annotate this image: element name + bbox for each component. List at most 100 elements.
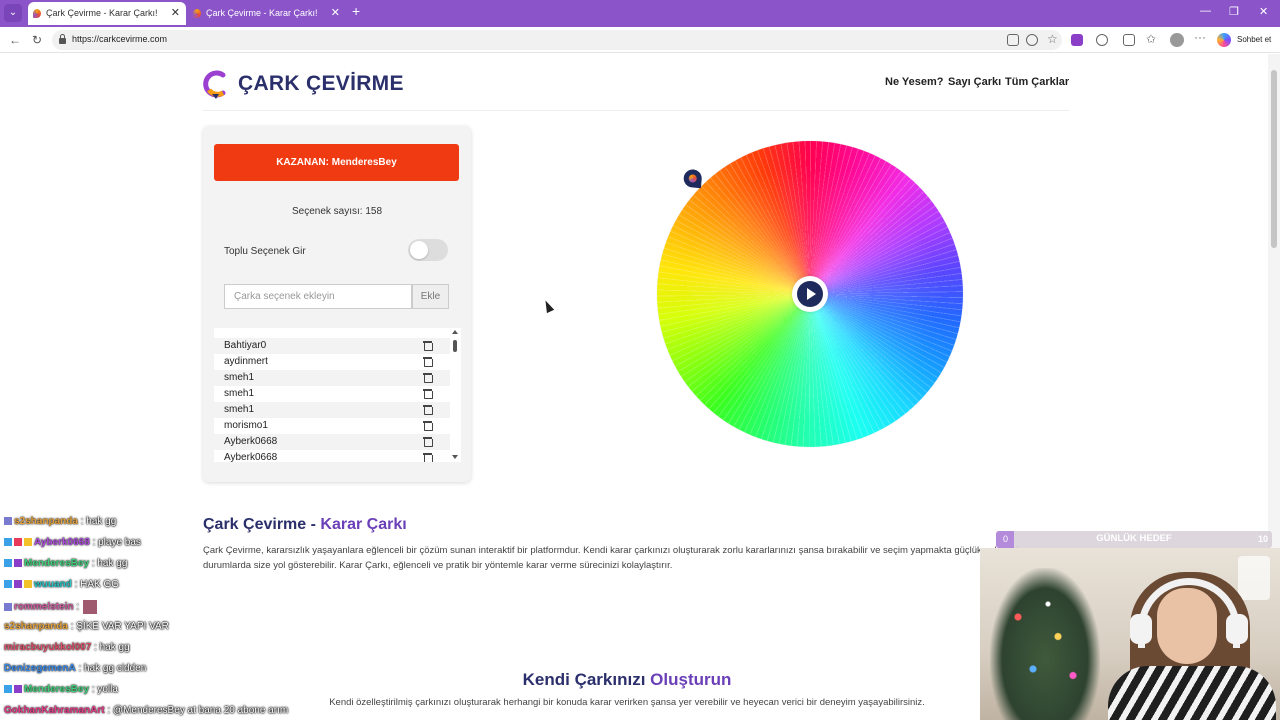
chat-message: MenderesBey : yolla: [4, 684, 118, 702]
list-item: Bahtiyar0: [214, 338, 450, 354]
site-favicon-icon: [193, 9, 201, 18]
badge-icon: [4, 538, 12, 547]
badge-icon: [24, 580, 32, 589]
options-list: Bahtiyar0 aydinmert smeh1 smeh1 smeh1 mo…: [214, 328, 461, 462]
tab-close-icon[interactable]: ✕: [171, 2, 180, 25]
chat-message: miracbuyukkol007 : hak gg: [4, 642, 130, 653]
badge-icon: [4, 603, 12, 611]
toggle-knob: [410, 241, 428, 259]
close-window-icon[interactable]: ✕: [1259, 5, 1268, 18]
copilot-button[interactable]: Sohbet et: [1214, 31, 1274, 49]
lock-icon: [58, 34, 67, 45]
list-item: Ayberk0668: [214, 434, 450, 450]
tab-inactive[interactable]: Çark Çevirme - Karar Çarkı! ✕: [188, 2, 346, 25]
trash-icon[interactable]: [423, 421, 433, 431]
badge-icon: [4, 580, 12, 589]
option-name: Bahtiyar0: [224, 340, 267, 351]
add-option-button[interactable]: Ekle: [412, 284, 449, 309]
nav-link-ne-yesem[interactable]: Ne Yesem?: [885, 76, 944, 88]
badge-icon: [24, 538, 32, 547]
badge-icon: [14, 685, 22, 694]
trash-icon[interactable]: [423, 389, 433, 399]
address-bar: ← ↻ https://carkcevirme.com ☆ ✩ ··· Sohb…: [0, 27, 1280, 53]
list-item: smeh1: [214, 370, 450, 386]
mouse-cursor-icon: [541, 298, 555, 314]
tracking-prevention-icon[interactable]: [1026, 34, 1038, 46]
new-tab-icon[interactable]: +: [352, 3, 360, 19]
url-field[interactable]: https://carkcevirme.com: [52, 30, 1062, 50]
play-icon: [797, 281, 823, 307]
scroll-up-icon[interactable]: [452, 330, 458, 334]
streamer-sweater: [1108, 666, 1276, 720]
profile-avatar[interactable]: [1170, 33, 1184, 47]
back-icon[interactable]: ←: [9, 33, 21, 47]
trash-icon[interactable]: [423, 357, 433, 367]
cup: [1238, 556, 1270, 600]
restore-icon[interactable]: ❐: [1229, 5, 1239, 18]
trash-icon[interactable]: [423, 341, 433, 351]
tab-active[interactable]: Çark Çevirme - Karar Çarkı! ✕: [28, 2, 186, 25]
site-logo-icon[interactable]: [203, 70, 227, 100]
url-text: https://carkcevirme.com: [72, 34, 168, 44]
chat-message: DenizegemenA : hak gg cidden: [4, 663, 147, 674]
badge-icon: [14, 580, 22, 589]
bulk-entry-toggle[interactable]: [408, 239, 448, 261]
bulk-entry-label: Toplu Seçenek Gir: [224, 246, 306, 257]
tab-close-icon[interactable]: ✕: [331, 2, 340, 25]
trash-icon[interactable]: [423, 437, 433, 447]
option-name: smeh1: [224, 404, 255, 415]
refresh-icon[interactable]: ↻: [32, 33, 42, 47]
favorite-star-icon[interactable]: ☆: [1047, 33, 1059, 45]
scroll-thumb[interactable]: [453, 340, 457, 352]
option-name: aydinmert: [224, 356, 268, 367]
chat-message: s2shanpanda : hak gg: [4, 516, 116, 534]
scroll-down-icon[interactable]: [452, 455, 458, 459]
list-item: morismo1: [214, 418, 450, 434]
app-available-icon[interactable]: [1007, 34, 1019, 46]
chat-message: Ayberk0668 : playe bas: [4, 537, 141, 555]
badge-icon: [14, 538, 22, 547]
option-name: smeh1: [224, 388, 255, 399]
option-input[interactable]: Çarka seçenek ekleyin: [224, 284, 412, 309]
option-name: Ayberk0668: [224, 452, 278, 462]
chat-message: s2shanpanda : ŞİKE VAR YAPI VAR: [4, 621, 169, 632]
goal-target: 10: [1257, 534, 1268, 544]
trash-icon[interactable]: [423, 373, 433, 383]
badge-icon: [4, 517, 12, 526]
headset-ear-right: [1226, 614, 1248, 644]
streamer-webcam: [980, 548, 1280, 720]
more-options-icon[interactable]: ···: [1194, 31, 1206, 44]
winner-banner: KAZANAN: MenderesBey: [214, 144, 459, 181]
list-item: Ayberk0668: [214, 450, 450, 462]
section-description: Çark Çevirme, kararsızlık yaşayanlara eğ…: [203, 545, 1024, 571]
site-favicon-icon: [33, 9, 41, 18]
tab-title: Çark Çevirme - Karar Çarkı!: [46, 8, 158, 18]
option-count: Seçenek sayısı: 158: [291, 206, 383, 217]
list-scrollbar[interactable]: [450, 328, 461, 462]
favorites-icon[interactable]: ✩: [1146, 33, 1158, 45]
option-name: Ayberk0668: [224, 436, 278, 447]
minimize-icon[interactable]: —: [1200, 5, 1211, 17]
copilot-label: Sohbet et: [1237, 35, 1272, 44]
option-name: smeh1: [224, 372, 255, 383]
tab-title: Çark Çevirme - Karar Çarkı!: [206, 8, 318, 18]
extension-icon[interactable]: [1071, 34, 1083, 46]
trash-icon[interactable]: [423, 405, 433, 415]
goal-label: GÜNLÜK HEDEF: [1096, 533, 1172, 544]
chat-message: GokhanKahramanArt : @MenderesBey at bana…: [4, 705, 289, 716]
site-brand[interactable]: ÇARK ÇEVİRME: [238, 72, 404, 96]
list-item: aydinmert: [214, 354, 450, 370]
chat-message: rommelstein :: [4, 600, 99, 618]
list-item: smeh1: [214, 386, 450, 402]
nav-link-sayi-carki[interactable]: Sayı Çarkı: [948, 76, 1001, 88]
trash-icon[interactable]: [423, 453, 433, 462]
spin-button[interactable]: [792, 276, 828, 312]
tab-actions-menu-icon[interactable]: ⌄: [4, 4, 22, 22]
page-scroll-thumb[interactable]: [1271, 70, 1277, 248]
tree-lights: [998, 578, 1098, 708]
extensions-icon[interactable]: [1123, 34, 1135, 46]
nav-link-tum-carklar[interactable]: Tüm Çarklar: [1005, 76, 1069, 88]
header-divider: [203, 110, 1069, 111]
refresh-extension-icon[interactable]: [1096, 34, 1108, 46]
emote-icon: [83, 600, 98, 614]
